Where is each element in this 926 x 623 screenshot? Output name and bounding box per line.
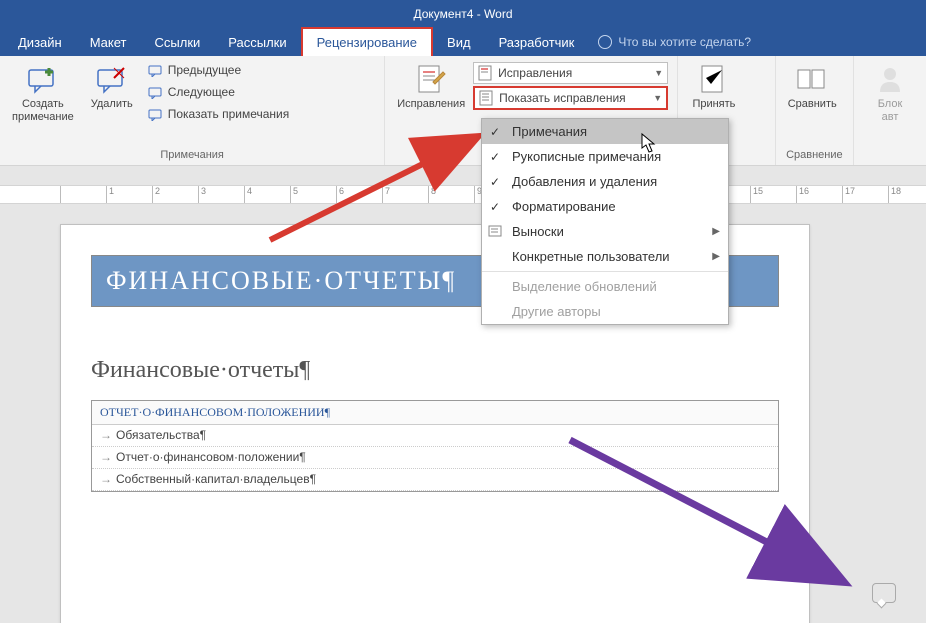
- document-canvas: ФИНАНСОВЫЕ·ОТЧЕТЫ¶ Финансовые·отчеты¶ ОТ…: [0, 204, 926, 623]
- accept-label: Принять: [692, 98, 735, 111]
- next-label: Следующее: [168, 85, 235, 99]
- ribbon-tabs: Дизайн Макет Ссылки Рассылки Рецензирова…: [0, 28, 926, 56]
- qat-icon-1[interactable]: [10, 169, 26, 183]
- show-comments-button[interactable]: Показать примечания: [144, 104, 294, 124]
- tell-me-placeholder: Что вы хотите сделать?: [618, 35, 751, 49]
- delete-comment-label: Удалить: [91, 98, 133, 111]
- toc-row[interactable]: →Отчет·о·финансовом·положении¶: [92, 447, 778, 469]
- menu-item-other-authors: Другие авторы: [482, 299, 728, 324]
- tab-mailings[interactable]: Рассылки: [214, 29, 300, 56]
- comments-group-label: Примечания: [6, 147, 378, 163]
- compare-icon: [796, 64, 828, 96]
- check-icon: ✓: [490, 150, 500, 164]
- show-comments-label: Показать примечания: [168, 107, 290, 121]
- delete-comment-icon: [96, 64, 128, 96]
- tab-developer[interactable]: Разработчик: [485, 29, 589, 56]
- balloons-icon: [488, 224, 504, 240]
- submenu-arrow-icon: ▶: [712, 251, 720, 262]
- block-authors-label: Блок авт: [878, 98, 903, 124]
- track-changes-label: Исправления: [397, 98, 465, 111]
- section-heading[interactable]: Финансовые·отчеты¶: [91, 357, 779, 384]
- comment-indicator-icon[interactable]: [872, 583, 896, 603]
- previous-comment-button[interactable]: Предыдущее: [144, 60, 294, 80]
- toc-header[interactable]: ОТЧЕТ·О·ФИНАНСОВОМ·ПОЛОЖЕНИИ¶: [92, 401, 778, 425]
- new-comment-button[interactable]: Создать примечание: [6, 60, 80, 128]
- tell-me-search[interactable]: Что вы хотите сделать?: [598, 35, 751, 49]
- dropdown-arrow-icon: ▼: [653, 93, 662, 103]
- show-markup-icon: [479, 90, 495, 106]
- menu-item-formatting[interactable]: ✓ Форматирование: [482, 194, 728, 219]
- menu-item-highlight-updates: Выделение обновлений: [482, 274, 728, 299]
- block-authors-button[interactable]: Блок авт: [860, 60, 920, 128]
- show-markup-dropdown[interactable]: Показать исправления ▼: [473, 86, 668, 110]
- display-for-review-dropdown[interactable]: Исправления ▼: [473, 62, 668, 84]
- tab-layout[interactable]: Макет: [76, 29, 141, 56]
- display-icon: [478, 65, 494, 81]
- track-changes-button[interactable]: Исправления: [391, 60, 471, 115]
- new-comment-label: Создать примечание: [12, 98, 74, 124]
- menu-item-specific-people[interactable]: Конкретные пользователи ▶: [482, 244, 728, 269]
- menu-item-ink[interactable]: ✓ Рукописные примечания: [482, 144, 728, 169]
- show-markup-label: Показать исправления: [499, 91, 626, 105]
- menu-item-balloons[interactable]: Выноски ▶: [482, 219, 728, 244]
- previous-icon: [148, 62, 164, 78]
- menu-item-comments[interactable]: ✓ Примечания: [482, 119, 728, 144]
- quick-access-strip: [0, 166, 926, 186]
- tab-review[interactable]: Рецензирование: [301, 27, 433, 58]
- next-icon: [148, 84, 164, 100]
- horizontal-ruler[interactable]: 12345678910111213141516171819: [0, 186, 926, 204]
- submenu-arrow-icon: ▶: [712, 226, 720, 237]
- new-comment-icon: [27, 64, 59, 96]
- tab-references[interactable]: Ссылки: [141, 29, 215, 56]
- table-of-contents[interactable]: ОТЧЕТ·О·ФИНАНСОВОМ·ПОЛОЖЕНИИ¶ →Обязатель…: [91, 400, 779, 492]
- tab-view[interactable]: Вид: [433, 29, 485, 56]
- toc-row[interactable]: →Обязательства¶: [92, 425, 778, 447]
- track-changes-icon: [415, 64, 447, 96]
- ribbon: Создать примечание Удалить Предыдущее Сл…: [0, 56, 926, 166]
- display-label: Исправления: [498, 66, 572, 80]
- menu-separator: [482, 271, 728, 272]
- check-icon: ✓: [490, 200, 500, 214]
- delete-comment-button[interactable]: Удалить: [82, 60, 142, 115]
- check-icon: ✓: [490, 125, 500, 139]
- compare-group-label: Сравнение: [782, 147, 847, 163]
- window-title: Документ4 - Word: [413, 7, 512, 21]
- title-bar: Документ4 - Word: [0, 0, 926, 28]
- dropdown-arrow-icon: ▼: [654, 68, 663, 78]
- block-authors-icon: [874, 64, 906, 96]
- show-comments-icon: [148, 106, 164, 122]
- menu-item-insertions-deletions[interactable]: ✓ Добавления и удаления: [482, 169, 728, 194]
- accept-icon: [698, 64, 730, 96]
- check-icon: ✓: [490, 175, 500, 189]
- qat-icon-3[interactable]: [58, 169, 74, 183]
- next-comment-button[interactable]: Следующее: [144, 82, 294, 102]
- bulb-icon: [598, 35, 612, 49]
- accept-button[interactable]: Принять: [684, 60, 744, 115]
- toc-row[interactable]: →Собственный·капитал·владельцев¶: [92, 469, 778, 491]
- tab-design[interactable]: Дизайн: [4, 29, 76, 56]
- show-markup-menu: ✓ Примечания ✓ Рукописные примечания ✓ Д…: [481, 118, 729, 325]
- previous-label: Предыдущее: [168, 63, 241, 77]
- compare-label: Сравнить: [788, 98, 837, 111]
- qat-icon-2[interactable]: [34, 169, 50, 183]
- compare-button[interactable]: Сравнить: [782, 60, 843, 115]
